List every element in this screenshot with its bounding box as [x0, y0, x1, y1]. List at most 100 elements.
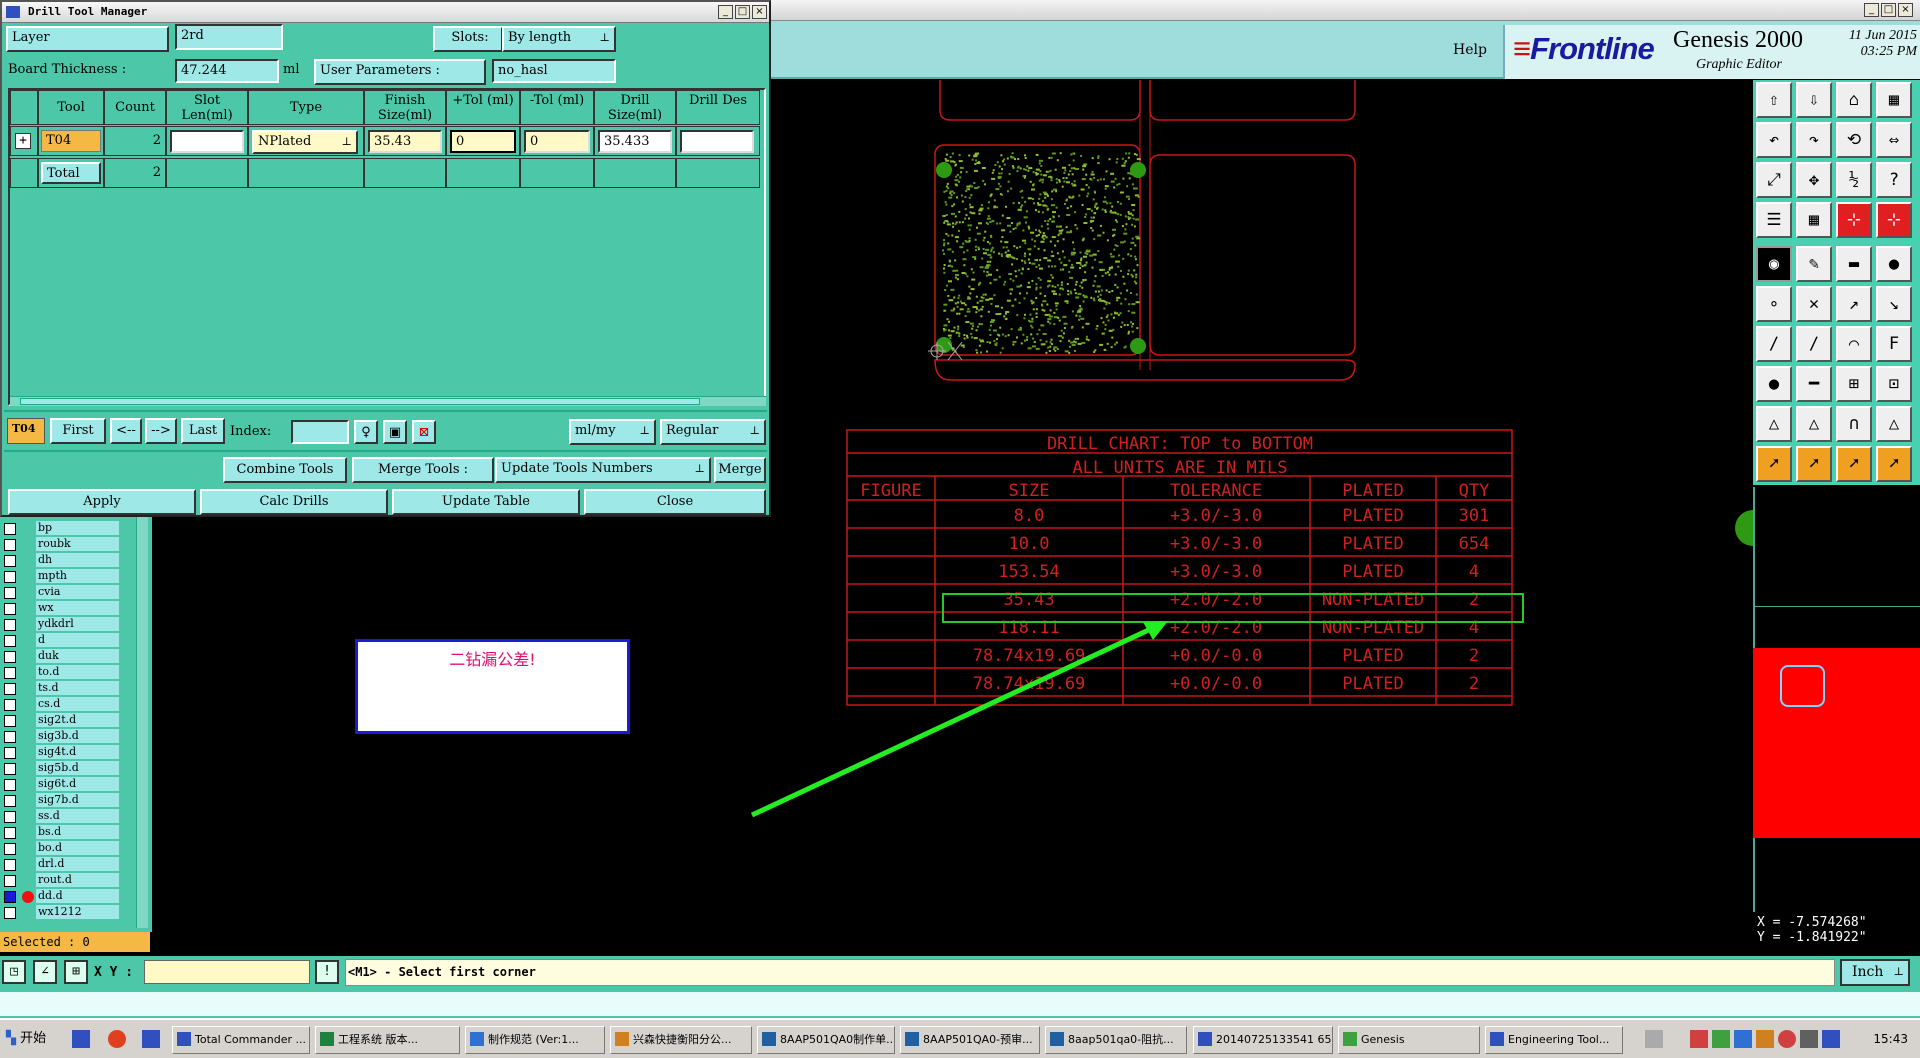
import-icon[interactable]: ⇧ [1756, 82, 1792, 118]
layer-checkbox[interactable] [4, 619, 16, 631]
move-node-icon[interactable]: ↗ [1836, 286, 1872, 322]
layer-name[interactable]: sig7b.d [36, 793, 119, 807]
minus-tol-input[interactable]: 0 [524, 130, 590, 153]
layer-row[interactable]: bo.d [0, 841, 122, 856]
filter-icon[interactable]: ▣ [383, 420, 407, 444]
layer-name[interactable]: wx [36, 601, 119, 615]
tray-icon-3[interactable] [1734, 1030, 1752, 1048]
layer-name[interactable]: dd.d [36, 889, 119, 903]
tray-keyboard-icon[interactable] [1645, 1030, 1663, 1048]
pin-icon[interactable]: ● [1756, 366, 1792, 402]
units-dropdown[interactable]: Inch [1840, 959, 1910, 986]
layer-checkbox[interactable] [4, 539, 16, 551]
layer-row[interactable]: dd.d [0, 889, 122, 904]
delete-node-icon[interactable]: ✕ [1796, 286, 1832, 322]
taskbar-item[interactable]: 工程系统 版本... [315, 1026, 460, 1054]
layer-checkbox[interactable] [4, 875, 16, 887]
layer-row[interactable]: cs.d [0, 697, 122, 712]
tray-icon-1[interactable] [1690, 1030, 1708, 1048]
row-expand-button[interactable]: + [10, 126, 38, 156]
index-input[interactable] [291, 420, 349, 444]
layer-row[interactable]: bp [0, 521, 122, 536]
close-icon[interactable]: × [1898, 3, 1913, 17]
merge-tools-label[interactable]: Merge Tools : [352, 457, 494, 483]
layer-checkbox[interactable] [4, 843, 16, 855]
layer-row[interactable]: ydkdrl [0, 617, 122, 632]
layer-row[interactable]: bs.d [0, 825, 122, 840]
last-button[interactable]: Last [181, 418, 225, 444]
layer-field[interactable]: 2rd [175, 24, 283, 50]
apply-button[interactable]: Apply [8, 489, 196, 515]
tray-icon-7[interactable] [1822, 1030, 1840, 1048]
layer-name[interactable]: cs.d [36, 697, 119, 711]
layer-name[interactable]: sig4t.d [36, 745, 119, 759]
pan-icon[interactable]: ⇔ [1876, 122, 1912, 158]
layer-name[interactable]: dh [36, 553, 119, 567]
board-thickness-field[interactable]: 47.244 [175, 59, 279, 83]
layer-row[interactable]: sig7b.d [0, 793, 122, 808]
layer-list-scrollbar[interactable] [136, 517, 148, 928]
add-node-icon[interactable]: ↘ [1876, 286, 1912, 322]
minimize-icon[interactable]: _ [718, 5, 733, 19]
layer-checkbox[interactable] [4, 667, 16, 679]
layer-checkbox[interactable] [4, 827, 16, 839]
layer-checkbox[interactable] [4, 587, 16, 599]
window-icon[interactable]: ▦ [1876, 82, 1912, 118]
arc-icon[interactable]: ⌒ [1836, 326, 1872, 362]
first-button[interactable]: First [50, 418, 106, 444]
taskbar-item[interactable]: Total Commander ... [172, 1026, 310, 1054]
layer-checkbox[interactable] [4, 859, 16, 871]
layer-checkbox[interactable] [4, 523, 16, 535]
plus-tol-input[interactable]: 0 [450, 130, 516, 153]
text-icon[interactable]: F [1876, 326, 1912, 362]
layer-settings-icon[interactable]: ☰ [1756, 202, 1792, 238]
clear-icon[interactable]: ⊠ [412, 420, 436, 444]
layer-name[interactable]: roubk [36, 537, 119, 551]
taskbar-item[interactable]: 8aap501qa0-阻抗... [1045, 1026, 1187, 1054]
taskbar-item[interactable]: 制作规范 (Ver:1... [465, 1026, 605, 1054]
layer-name[interactable]: to.d [36, 665, 119, 679]
layer-row[interactable]: sig2t.d [0, 713, 122, 728]
layer-name[interactable]: ydkdrl [36, 617, 119, 631]
calc-drills-button[interactable]: Calc Drills [200, 489, 388, 515]
quicklaunch-icon[interactable] [72, 1030, 90, 1048]
dtm-titlebar[interactable]: Drill Tool Manager _ □ × [2, 2, 769, 23]
user-parameters-field[interactable]: no_hasl [492, 59, 616, 83]
quicklaunch-icon-2[interactable] [142, 1030, 160, 1048]
layer-name[interactable]: d [36, 633, 119, 647]
xy-input[interactable] [144, 960, 310, 984]
layer-checkbox[interactable] [4, 699, 16, 711]
merge-button[interactable]: Merge [714, 457, 766, 483]
scale-1-2-icon[interactable]: ½ [1836, 162, 1872, 198]
copy-icon[interactable]: ⊡ [1876, 366, 1912, 402]
taskbar-item[interactable]: 20140725133541 65... [1193, 1026, 1333, 1054]
layer-name[interactable]: bs.d [36, 825, 119, 839]
layer-row[interactable]: rout.d [0, 873, 122, 888]
chrome-icon[interactable] [108, 1030, 126, 1048]
pointer-circle-icon[interactable]: ➚ [1836, 446, 1872, 482]
layer-name[interactable]: bo.d [36, 841, 119, 855]
layer-name[interactable]: rout.d [36, 873, 119, 887]
layer-name[interactable]: sig6t.d [36, 777, 119, 791]
layer-name[interactable]: drl.d [36, 857, 119, 871]
layer-row[interactable]: sig4t.d [0, 745, 122, 760]
snap-icon[interactable]: ⊹ [1836, 202, 1872, 238]
close-icon[interactable]: × [752, 5, 767, 19]
help-menu[interactable]: Help [1453, 42, 1487, 58]
update-table-button[interactable]: Update Table [392, 489, 580, 515]
layer-checkbox[interactable] [4, 635, 16, 647]
slots-dropdown[interactable]: By length [502, 26, 616, 52]
layer-row[interactable]: duk [0, 649, 122, 664]
layer-checkbox[interactable] [4, 571, 16, 583]
finish-size-input[interactable]: 35.43 [368, 130, 442, 153]
redo-icon[interactable]: ↷ [1796, 122, 1832, 158]
edit-icon[interactable]: ✎ [1796, 246, 1832, 282]
layer-checkbox[interactable] [4, 715, 16, 727]
layer-checkbox[interactable] [4, 795, 16, 807]
layer-row[interactable]: to.d [0, 665, 122, 680]
layer-checkbox[interactable] [4, 651, 16, 663]
minimize-icon[interactable]: _ [1864, 3, 1879, 17]
bulb-icon[interactable]: ♀ [354, 420, 378, 444]
pointer-fill-icon[interactable]: ➚ [1876, 446, 1912, 482]
user-parameters-button[interactable]: User Parameters : [314, 59, 486, 85]
